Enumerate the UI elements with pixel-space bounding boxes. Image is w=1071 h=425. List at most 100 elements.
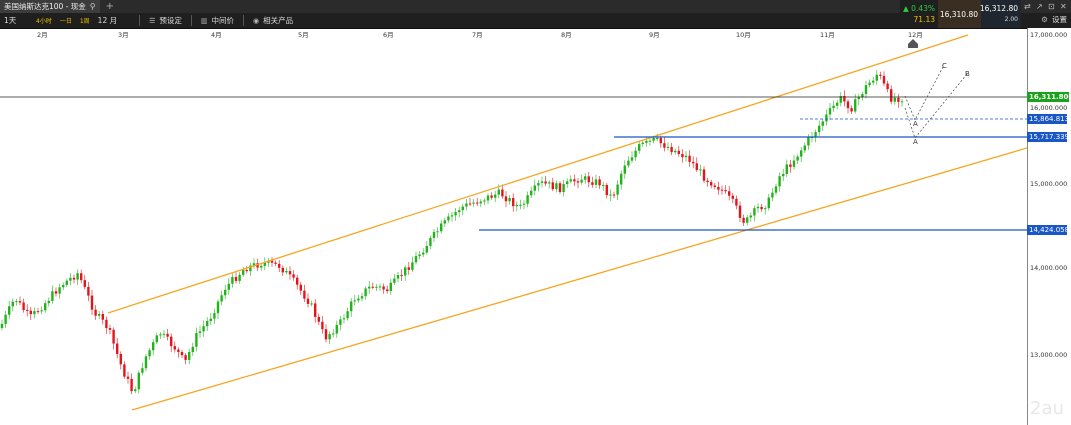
candle-body [767,197,770,209]
candle-body [569,179,572,182]
x-tick-aug: 8月 [561,31,572,39]
candle-body [407,267,410,270]
candle-body [76,273,79,280]
candle-body [303,290,306,299]
x-tick-dec: 12月 [908,31,923,39]
add-tab-button[interactable]: + [106,1,114,12]
candle-body [436,231,439,233]
preset-icon: ☰ [149,16,156,25]
candle-body [620,173,623,185]
candle-body [472,202,475,204]
candle-body [368,286,371,289]
candle-body [378,286,382,288]
candle-body [530,190,533,196]
candle-body [828,108,832,115]
candle-body [62,284,65,288]
candle-body [126,376,130,379]
candle-body [400,275,403,277]
tab-title: 美国纳斯达克100 - 现金 [4,2,86,11]
swap-icon[interactable]: ⇄ [1024,2,1031,11]
candle-body [130,378,133,392]
candle-body [396,275,400,279]
candle-body [602,184,605,186]
candle-body [443,220,446,224]
candle-body [328,334,331,340]
search-icon[interactable]: ⚲ [90,2,96,11]
candle-body [562,184,565,192]
candle-body [285,271,288,273]
candle-body [51,291,54,301]
maximize-icon[interactable]: ⊡ [1048,2,1055,11]
candle-body [404,267,407,276]
timeframe-select[interactable]: 1天 [0,15,28,26]
divider [243,15,245,26]
eye-icon: ◉ [253,16,260,25]
candle-body [627,160,630,166]
candle-body [652,137,655,141]
candle-body [738,205,742,218]
last-price-value: 16,311.800 [1029,93,1071,101]
popout-icon[interactable]: ↗ [1036,2,1043,11]
candle-body [123,364,126,377]
price-chart[interactable]: A A C B [0,28,1027,425]
candle-body [234,277,238,281]
candle-body [782,173,785,177]
buy-price-button[interactable]: 16,312.80 2.00 [980,0,1021,28]
candle-body [4,314,7,324]
candle-body [245,270,248,272]
candle-body [666,146,670,148]
candle-body [364,288,367,297]
candle-body [504,196,508,202]
candle-body [321,321,324,330]
candle-body [872,80,875,83]
candle-body [389,282,392,292]
candle-body [551,182,554,190]
candle-body [735,198,738,206]
candle-body [598,179,601,186]
candle-body [119,353,122,365]
candle-body [180,351,184,356]
label-c: C [942,62,947,70]
candle-body [454,212,457,216]
candle-body [522,203,526,205]
candle-body [717,186,720,190]
candle-body [101,314,104,320]
month-select[interactable]: 12 月 [94,15,121,26]
support-value: 14,424.058 [1029,226,1070,234]
label-a-upper: A [913,120,918,128]
interval-1d[interactable]: 一日 [56,16,76,25]
candle-body [87,286,90,296]
related-products-button[interactable]: ◉ 相关产品 [249,15,297,26]
candle-body [638,144,641,151]
candle-body [785,164,788,174]
x-tick-nov: 11月 [820,31,835,39]
candle-body [159,334,162,336]
candle-body [792,160,796,167]
sell-price-button[interactable]: 16,310.80 [938,0,981,28]
candle-body [274,262,277,264]
candle-body [306,298,310,304]
mid-price-button[interactable]: ▥ 中间价 [197,15,238,26]
instrument-tab[interactable]: 美国纳斯达克100 - 现金 ⚲ [0,0,100,13]
candle-body [112,329,115,344]
candle-body [227,283,230,290]
interval-4h[interactable]: 4小时 [32,16,56,25]
bars-icon: ▥ [200,16,208,25]
interval-1w[interactable]: 1周 [76,16,94,25]
candle-body [803,145,806,151]
candle-body [386,289,389,292]
candle-body [29,310,32,315]
candle-body [116,343,119,354]
y-tick-15000: 15,000.000 [1030,180,1068,188]
divider [190,15,192,26]
preset-button[interactable]: ☰ 预设定 [145,15,186,26]
y-tick-17000: 17,000.000 [1030,31,1068,39]
settings-button[interactable]: ⚙ 设置 [1041,14,1067,25]
candle-body [807,137,810,146]
candle-body [371,286,374,288]
candle-body [893,97,896,102]
candle-body [83,280,86,287]
candle-body [98,314,101,316]
candle-body [170,336,173,347]
close-icon[interactable]: ✕ [1060,2,1067,11]
